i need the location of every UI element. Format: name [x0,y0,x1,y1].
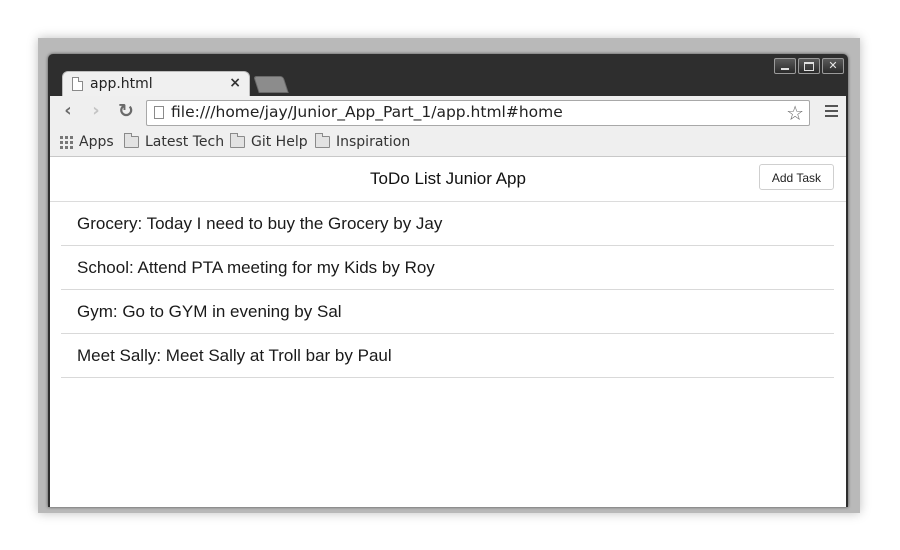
browser-toolbar: ‹ › ↻ file:///home/jay/Junior_App_Part_1… [50,96,846,128]
app-header: ToDo List Junior App Add Task [50,157,846,202]
tab-title: app.html [90,76,153,92]
task-text: Gym: Go to GYM in evening by Sal [77,302,342,321]
bookmark-label: Apps [79,134,114,150]
bookmark-inspiration[interactable]: Inspiration [315,133,411,150]
browser-tab[interactable]: app.html × [62,71,250,97]
bookmark-label: Git Help [251,134,308,150]
minimize-icon [781,68,789,70]
list-item[interactable]: Grocery: Today I need to buy the Grocery… [61,202,834,246]
close-window-button[interactable]: ✕ [822,58,844,74]
folder-icon [230,133,245,148]
page-title: ToDo List Junior App [370,169,526,188]
maximize-icon [804,62,814,71]
new-tab-button[interactable] [253,76,289,93]
bookmark-apps[interactable]: Apps [60,134,114,150]
maximize-button[interactable] [798,58,820,74]
list-item[interactable]: Meet Sally: Meet Sally at Troll bar by P… [61,334,834,378]
folder-icon [124,133,139,148]
menu-icon-bar [825,115,838,117]
bookmarks-bar: Apps Latest Tech Git Help Inspiration [50,128,846,157]
bookmark-label: Latest Tech [145,134,225,150]
apps-grid-icon [60,135,73,149]
list-item[interactable]: School: Attend PTA meeting for my Kids b… [61,246,834,290]
bookmark-star-icon[interactable]: ☆ [786,101,804,125]
add-task-button[interactable]: Add Task [758,164,834,190]
bookmark-latest-tech[interactable]: Latest Tech [124,133,225,150]
page-icon [154,106,164,119]
bookmark-label: Inspiration [336,134,411,150]
folder-icon [315,133,330,148]
tab-close-button[interactable]: × [229,75,241,91]
address-bar[interactable]: file:///home/jay/Junior_App_Part_1/app.h… [146,100,810,126]
task-text: School: Attend PTA meeting for my Kids b… [77,258,435,277]
back-button[interactable]: ‹ [58,101,78,121]
bookmark-git-help[interactable]: Git Help [230,133,308,150]
close-icon: ✕ [828,59,838,72]
chrome-menu-button[interactable] [825,105,838,120]
window-controls: ✕ [774,58,844,74]
chevron-left-icon: ‹ [64,100,72,121]
task-text: Meet Sally: Meet Sally at Troll bar by P… [77,346,392,365]
minimize-button[interactable] [774,58,796,74]
reload-icon: ↻ [118,100,134,122]
url-text[interactable]: file:///home/jay/Junior_App_Part_1/app.h… [171,103,563,121]
list-item[interactable]: Gym: Go to GYM in evening by Sal [61,290,834,334]
page-icon [72,77,83,91]
page-content: ToDo List Junior App Add Task Grocery: T… [50,157,846,507]
forward-button[interactable]: › [86,101,106,121]
browser-window: ✕ app.html × ‹ › ↻ file:///home/jay/Juni… [48,54,848,507]
reload-button[interactable]: ↻ [116,101,136,121]
task-text: Grocery: Today I need to buy the Grocery… [77,214,443,233]
menu-icon-bar [825,110,838,112]
menu-icon-bar [825,105,838,107]
chevron-right-icon: › [92,100,100,121]
task-list: Grocery: Today I need to buy the Grocery… [50,202,846,378]
